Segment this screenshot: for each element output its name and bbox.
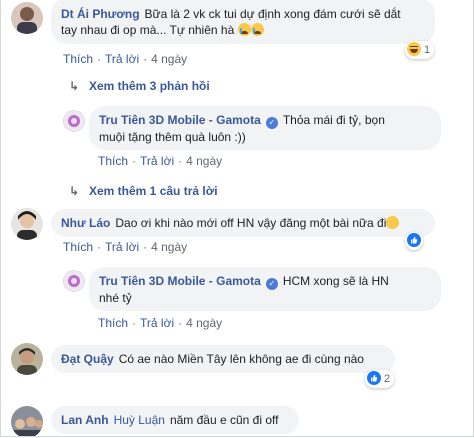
comment-bubble: Như Láo Dao ơi khi nào mới off HN vậy đăn… xyxy=(51,209,435,237)
reply-text: HCM xong sẽ là HN xyxy=(282,274,389,288)
comment-text: Có ae nào Miền Tây lên không ae đi cùng … xyxy=(118,352,364,366)
comment-text: Bữa là 2 vk ck tui dự định xong đám cưới… xyxy=(144,7,401,21)
view-more-replies[interactable]: ↳ Xem thêm 3 phản hồi xyxy=(69,79,210,93)
reaction-count: 2 xyxy=(384,373,391,385)
reply-arrow-icon: ↳ xyxy=(69,79,80,93)
timestamp[interactable]: 4 ngày xyxy=(186,316,222,330)
reply-bubble: Tru Tiên 3D Mobile - Gamota ✓ Thỏa mái đi … xyxy=(89,106,441,150)
comment-bubble: Lan Anh Huỳ Luận năm đầu e cũn đi off xyxy=(51,406,299,434)
comment-text: năm đầu e cũn đi off xyxy=(169,413,279,427)
smile-emoji-icon xyxy=(386,216,400,229)
comment-author[interactable]: Dt Ái Phương xyxy=(61,7,140,21)
view-more-replies[interactable]: ↳ Xem thêm 1 câu trả lời xyxy=(69,184,218,198)
reply-text: nhé tỷ xyxy=(99,291,132,305)
timestamp[interactable]: 4 ngày xyxy=(186,154,222,168)
page-avatar[interactable] xyxy=(63,110,85,132)
comment-author[interactable]: Đạt Quậy xyxy=(61,352,114,366)
comment-bubble: Dt Ái Phương Bữa là 2 vk ck tui dự định x… xyxy=(51,0,435,44)
verified-badge-icon: ✓ xyxy=(265,278,278,290)
tagged-user[interactable]: Huỳ Luận xyxy=(114,413,165,427)
reply-author[interactable]: Tru Tiên 3D Mobile - Gamota xyxy=(99,274,261,288)
like-reaction-icon xyxy=(367,371,381,385)
like-link[interactable]: Thích xyxy=(98,154,128,168)
reply-arrow-icon: ↳ xyxy=(69,184,80,198)
avatar[interactable] xyxy=(11,406,43,436)
reply-author[interactable]: Tru Tiên 3D Mobile - Gamota xyxy=(99,113,261,127)
reply-link[interactable]: Trả lời xyxy=(140,316,174,330)
comment-actions: Thích · Trả lời · 4 ngày xyxy=(63,52,188,66)
reaction-count: 1 xyxy=(424,44,431,56)
comment-thread: Dt Ái Phương Bữa là 2 vk ck tui dự định x… xyxy=(0,0,474,437)
reply-text: muội tặng thêm quà luôn :)) xyxy=(99,130,246,144)
comment-author[interactable]: Lan Anh xyxy=(61,413,109,427)
like-link[interactable]: Thích xyxy=(98,316,128,330)
page-avatar[interactable] xyxy=(63,270,85,292)
crying-emoji-icon xyxy=(250,23,264,36)
timestamp[interactable]: 4 ngày xyxy=(151,240,187,254)
crying-emoji-icon xyxy=(237,23,251,36)
comment-bubble: Đạt Quậy Có ae nào Miền Tây lên không ae … xyxy=(51,345,395,373)
like-link[interactable]: Thích xyxy=(63,240,93,254)
verified-badge-icon: ✓ xyxy=(265,117,278,129)
reaction-summary[interactable]: 2 xyxy=(365,370,395,388)
reply-actions: Thích · Trả lời · 4 ngày xyxy=(98,154,223,168)
reaction-summary[interactable] xyxy=(405,232,423,250)
comment-text: Dao ơi khi nào mới off HN vậy đăng một b… xyxy=(115,216,387,230)
reply-link[interactable]: Trả lời xyxy=(140,154,174,168)
comment-author[interactable]: Như Láo xyxy=(61,216,110,230)
comment-actions: Thích · Trả lời · 4 ngày xyxy=(63,240,188,254)
reply-actions: Thích · Trả lời · 4 ngày xyxy=(98,316,223,330)
comment-text: tay nhau đi op mà... Tự nhiên hà xyxy=(61,23,235,37)
haha-reaction-icon xyxy=(407,42,421,56)
avatar[interactable] xyxy=(11,343,43,375)
like-link[interactable]: Thích xyxy=(63,52,93,66)
reaction-summary[interactable]: 1 xyxy=(405,41,435,59)
reply-link[interactable]: Trả lời xyxy=(105,240,139,254)
like-reaction-icon xyxy=(407,233,421,247)
reply-bubble: Tru Tiên 3D Mobile - Gamota ✓ HCM xong sẽ … xyxy=(89,267,441,311)
avatar[interactable] xyxy=(11,2,43,34)
reply-link[interactable]: Trả lời xyxy=(105,52,139,66)
reply-text: Thỏa mái đi tỷ, bọn xyxy=(282,113,385,127)
avatar[interactable] xyxy=(11,208,43,240)
timestamp[interactable]: 4 ngày xyxy=(151,52,187,66)
